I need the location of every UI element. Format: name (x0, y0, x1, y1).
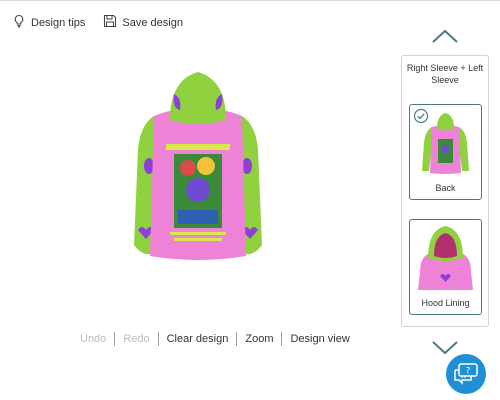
design-actions-bar: Undo Redo Clear design Zoom Design view (78, 332, 358, 346)
save-design-button[interactable]: Save design (103, 14, 183, 31)
top-toolbar: Design tips Save design (12, 14, 183, 31)
design-view-button[interactable]: Design view (281, 332, 357, 346)
save-design-label: Save design (122, 16, 183, 29)
view-card-label: Hood Lining (421, 298, 470, 308)
clear-design-button[interactable]: Clear design (157, 332, 237, 346)
redo-button[interactable]: Redo (114, 332, 157, 346)
design-tips-label: Design tips (31, 16, 86, 29)
artwork-red-detail (180, 160, 196, 176)
view-card-back[interactable]: Back (409, 104, 482, 200)
floppy-disk-icon (103, 14, 117, 31)
view-card-hood-lining[interactable]: Hood Lining (409, 219, 482, 315)
lightbulb-icon (12, 14, 26, 31)
back-thumbnail (422, 113, 469, 174)
top-divider (0, 0, 500, 1)
chat-support-button[interactable]: ? (446, 354, 486, 394)
artwork-purple-detail (186, 178, 210, 202)
back-print-line-2 (174, 238, 222, 241)
zoom-button[interactable]: Zoom (236, 332, 281, 346)
scroll-up-button[interactable] (430, 28, 460, 49)
chevron-down-icon (432, 341, 458, 355)
artwork-blue-detail (178, 210, 218, 224)
back-print-line-1 (170, 232, 226, 235)
undo-button[interactable]: Undo (78, 332, 114, 346)
chat-bubbles-icon: ? (454, 363, 478, 385)
hoodie-preview[interactable] (118, 70, 278, 280)
view-card-label: Back (435, 183, 456, 193)
hood-lining-thumbnail (418, 226, 473, 290)
back-print-banner (166, 144, 230, 150)
view-selector-panel: Right Sleeve + Left Sleeve Back Hood Lin… (401, 55, 489, 327)
svg-text:?: ? (466, 367, 471, 377)
artwork-yellow-detail (197, 157, 215, 175)
chevron-up-icon (432, 29, 458, 43)
design-tips-button[interactable]: Design tips (12, 14, 85, 31)
view-panel-header: Right Sleeve + Left Sleeve (406, 63, 484, 85)
